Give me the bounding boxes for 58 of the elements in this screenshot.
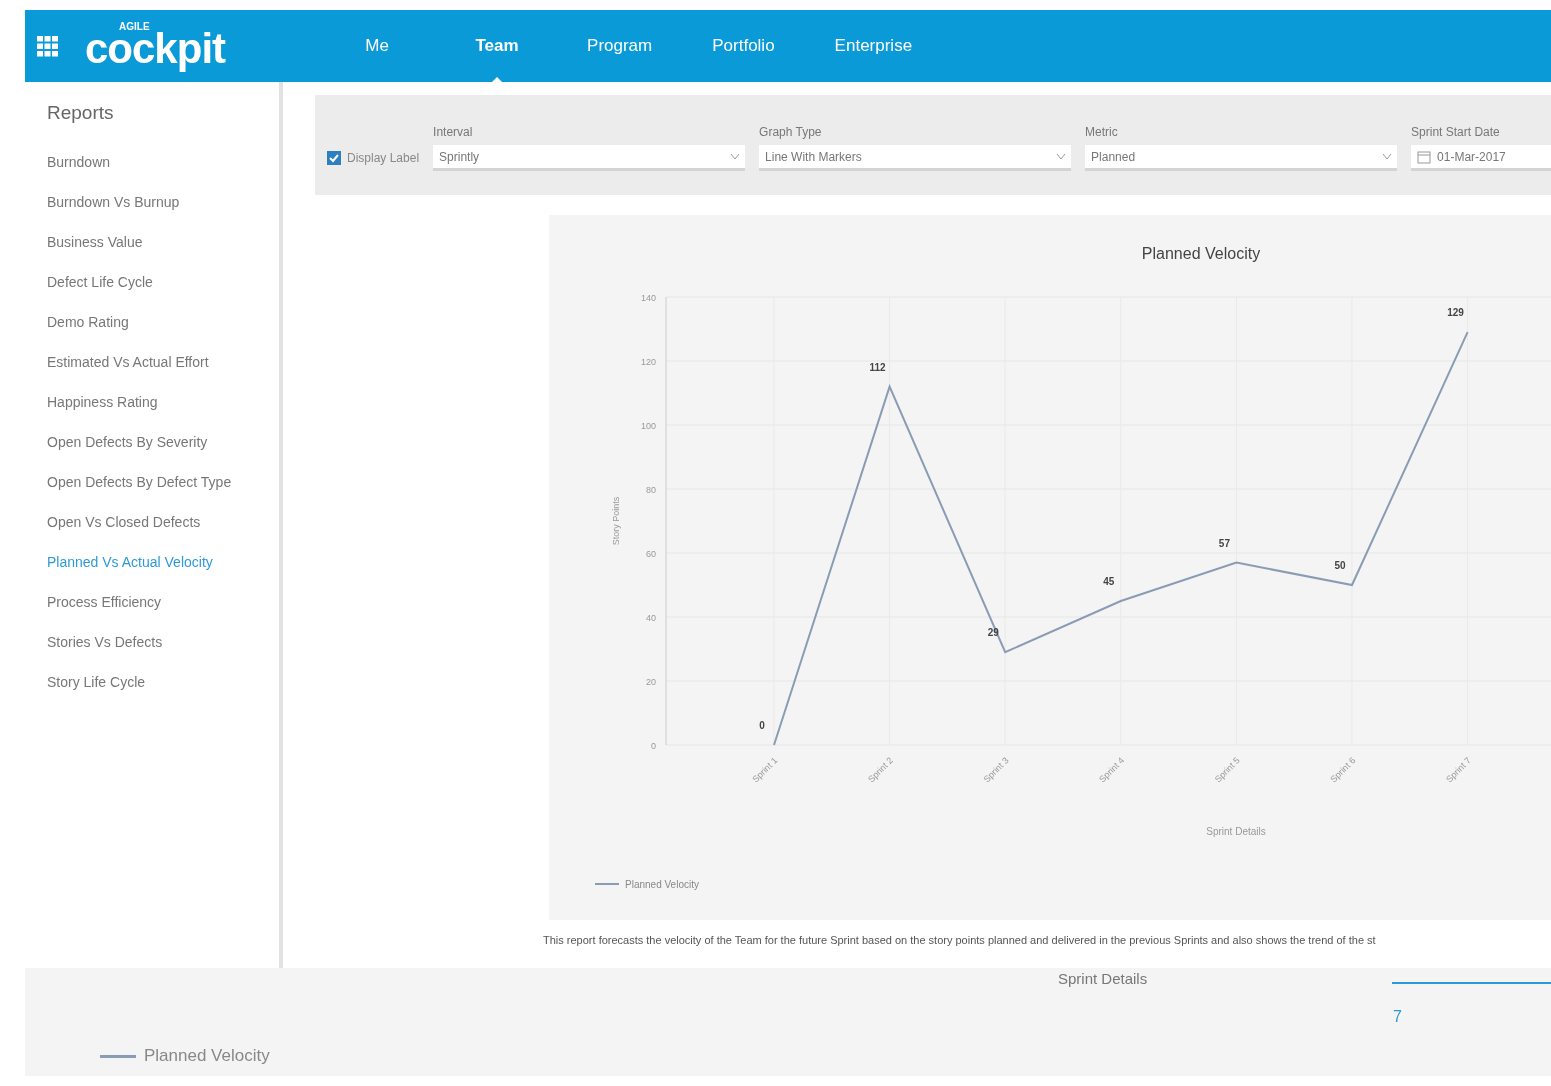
y-tick-label: 100 [640,421,656,431]
report-link[interactable]: Demo Rating [47,302,129,342]
y-tick-label: 140 [640,293,656,303]
checkbox-label: Display Label [347,151,420,165]
calendar-icon [1417,149,1432,164]
report-link[interactable]: Business Value [47,222,143,262]
report-link[interactable]: Stories Vs Defects [47,622,163,662]
legend-item: Planned Velocity [100,1046,270,1066]
details-value: 7 [1393,1008,1402,1026]
nav-tab[interactable]: Program [557,10,683,82]
nav-tab[interactable]: Portfolio [682,10,805,82]
y-tick-label: 80 [646,485,656,495]
report-link[interactable]: Open Defects By Defect Type [47,462,232,502]
data-label: 112 [869,361,886,373]
y-tick-label: 120 [640,357,656,367]
y-tick-label: 40 [646,613,656,623]
report-link[interactable]: Process Efficiency [47,582,162,622]
report-link[interactable]: Open Vs Closed Defects [47,502,201,542]
field-label: Graph Type [759,125,823,139]
chevron-down-icon [731,154,740,159]
date-field[interactable]: 01-Mar-2017 [1411,145,1551,171]
chart-title: Planned Velocity [1141,245,1261,262]
report-link[interactable]: Burndown Vs Burnup [47,182,180,222]
grid-menu-icon[interactable] [37,35,59,57]
report-link[interactable]: Defect Life Cycle [47,262,153,302]
dropdown[interactable]: Planned [1085,145,1398,171]
nav-tab[interactable]: Enterprise [804,10,943,82]
field-label: Metric [1085,125,1119,139]
chart-legend: Planned Velocity [594,879,699,890]
report-link[interactable]: Open Defects By Severity [47,422,208,462]
chevron-down-icon [1057,154,1066,159]
report-link[interactable]: Happiness Rating [47,382,158,422]
report-description: This report forecasts the velocity of the Team for the future Sprint based on the story points planned and delivered in the previous Sprints and also shows the trend of the st [543,934,1377,946]
report-link[interactable]: Burndown [47,142,111,182]
data-label: 57 [1218,537,1230,549]
data-label: 50 [1334,560,1346,571]
y-tick-label: 20 [646,677,656,687]
y-axis-title: Story Points [611,496,621,546]
checkbox[interactable] [327,151,341,165]
dropdown[interactable]: Sprintly [433,145,746,171]
x-axis-title: Sprint Details [1206,826,1266,837]
chevron-down-icon [1383,154,1392,159]
data-label: 0 [759,720,765,731]
field-label: Sprint Start Date [1411,125,1501,139]
field-label: Interval [433,125,474,139]
report-link[interactable]: Story Life Cycle [47,662,146,702]
report-link[interactable]: Estimated Vs Actual Effort [47,342,209,382]
report-link[interactable]: Planned Vs Actual Velocity [47,542,213,582]
data-label: 129 [1447,307,1464,319]
y-tick-label: 0 [651,741,656,751]
sidebar-title: Reports [47,102,115,124]
nav-tab[interactable]: Team [437,10,558,82]
legend-label: Planned Velocity [625,879,699,890]
details-title: Sprint Details [1058,970,1148,987]
y-tick-label: 60 [646,549,656,559]
dropdown[interactable]: Line With Markers [759,145,1072,171]
nav-tab[interactable]: Me [317,10,438,82]
data-label: 45 [1103,576,1115,587]
